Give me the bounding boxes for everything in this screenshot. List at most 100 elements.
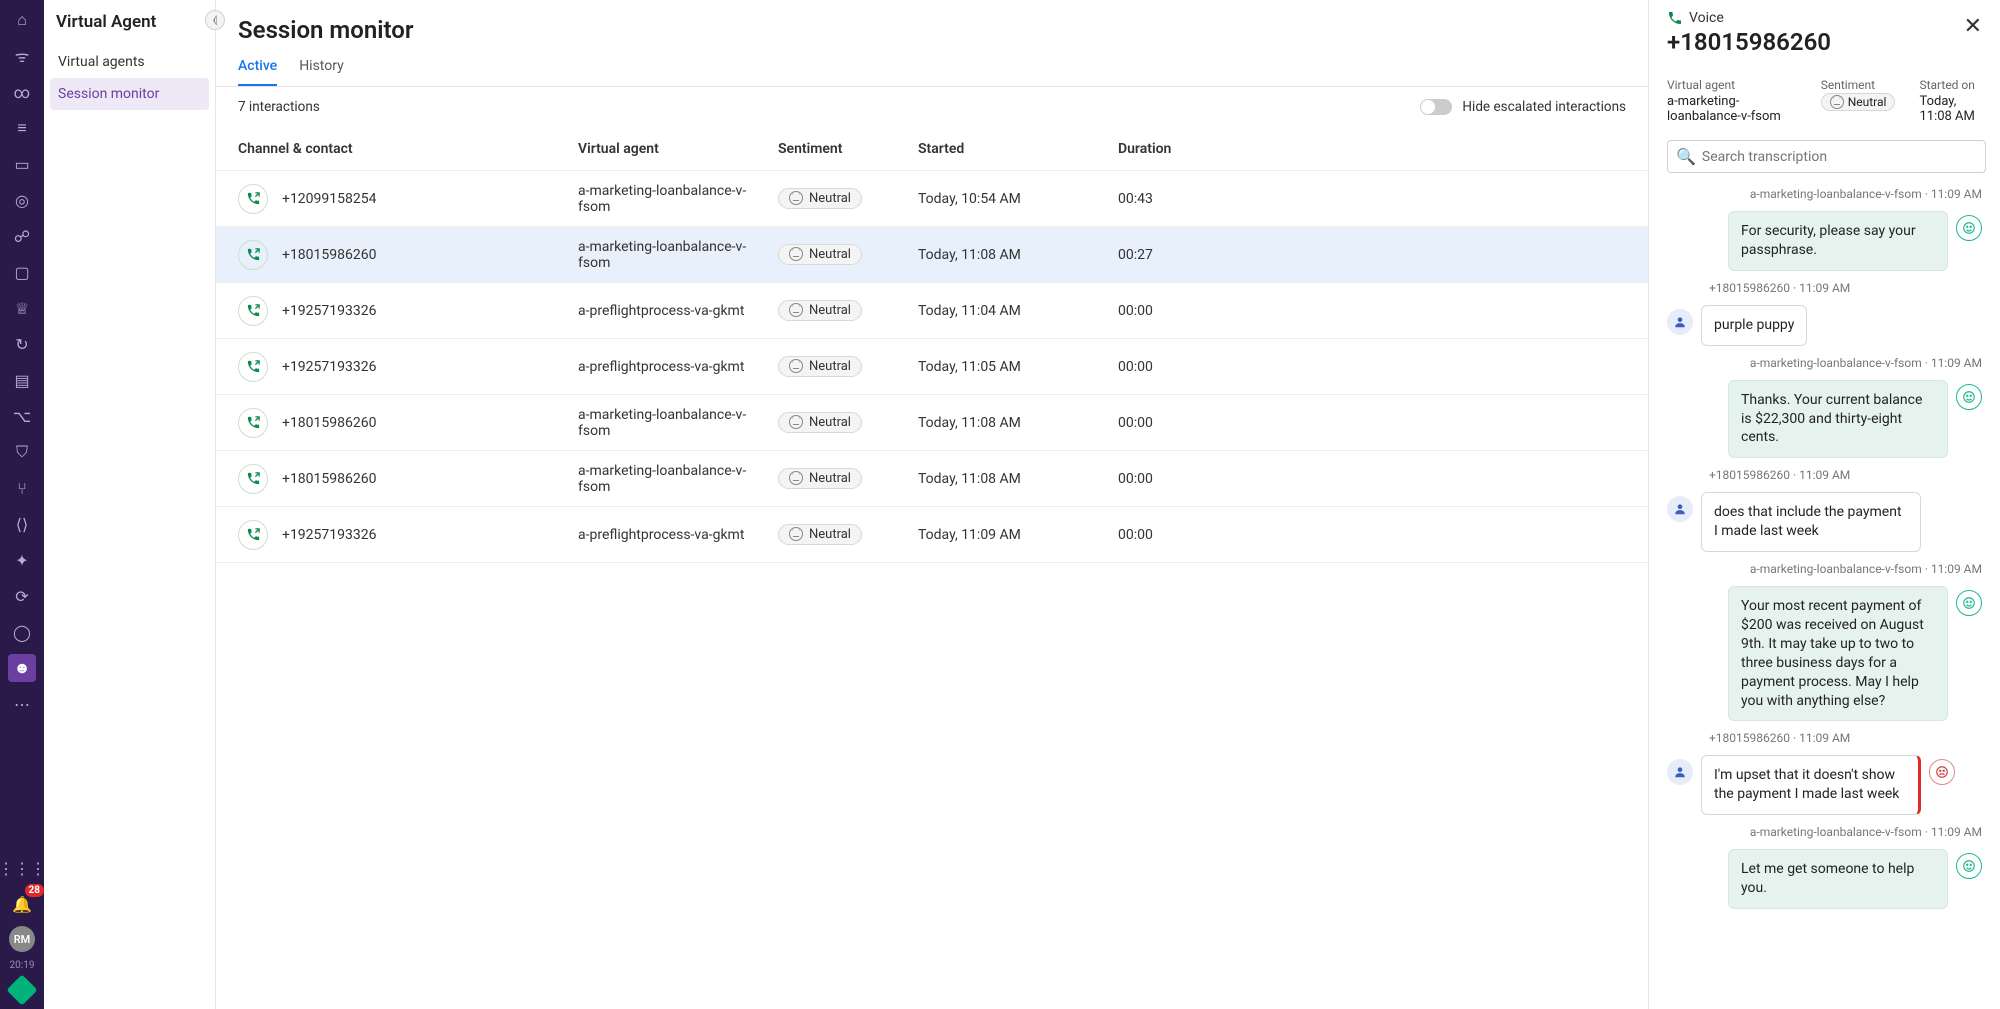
- message-bubble: purple puppy: [1701, 305, 1807, 346]
- user-avatar-icon: [1667, 759, 1693, 785]
- close-panel-button[interactable]: ✕: [1960, 10, 1986, 43]
- search-icon: 🔍: [1676, 147, 1696, 166]
- message-row: For security, please say your passphrase…: [1667, 211, 1982, 271]
- agent-name: a-marketing-loanbalance-v-fsom: [578, 239, 778, 271]
- status-diamond-icon[interactable]: [6, 974, 37, 1005]
- interactions-table: Channel & contact Virtual agent Sentimen…: [216, 127, 1648, 563]
- hide-escalated-label: Hide escalated interactions: [1462, 99, 1626, 115]
- search-transcription[interactable]: 🔍: [1667, 140, 1986, 173]
- agent-name: a-preflightprocess-va-gkmt: [578, 359, 778, 375]
- runner-icon[interactable]: ᯤ: [8, 42, 36, 70]
- nav-item-session-monitor[interactable]: Session monitor: [50, 78, 209, 110]
- duration: 00:00: [1118, 359, 1238, 375]
- left-nav: ⦉ Virtual Agent Virtual agents Session m…: [44, 0, 216, 1009]
- table-row[interactable]: +18015986260a-marketing-loanbalance-v-fs…: [216, 227, 1648, 283]
- collapse-nav-button[interactable]: ⦉: [205, 10, 225, 30]
- message-row: Thanks. Your current balance is $22,300 …: [1667, 380, 1982, 459]
- code-icon[interactable]: ⟨⟩: [8, 510, 36, 538]
- transcription-list: a-marketing-loanbalance-v-fsom · 11:09 A…: [1667, 187, 1986, 1009]
- settings-icon[interactable]: ✦: [8, 546, 36, 574]
- home-icon[interactable]: ⌂: [8, 6, 36, 34]
- icon-rail: ⌂ ᯤ ∞ ≡ ▭ ◎ ☍ ▢ ♕ ↻ ▤ ⌥ ⛉ ⑂ ⟨⟩ ✦ ⟳ ◯ ☻ ⋯…: [0, 0, 44, 1009]
- contact-number: +19257193326: [282, 359, 377, 375]
- phone-icon: [238, 296, 268, 326]
- link-icon[interactable]: ∞: [8, 78, 36, 106]
- table-row[interactable]: +12099158254a-marketing-loanbalance-v-fs…: [216, 171, 1648, 227]
- shield-icon[interactable]: ⛉: [8, 438, 36, 466]
- neutral-face-icon: [789, 471, 803, 485]
- trophy-icon[interactable]: ♕: [8, 294, 36, 322]
- table-row[interactable]: +19257193326a-preflightprocess-va-gkmtNe…: [216, 507, 1648, 563]
- table-row[interactable]: +18015986260a-marketing-loanbalance-v-fs…: [216, 395, 1648, 451]
- table-header: Channel & contact Virtual agent Sentimen…: [216, 127, 1648, 171]
- phone-icon: [238, 408, 268, 438]
- tab-history[interactable]: History: [299, 58, 344, 86]
- message-bubble: For security, please say your passphrase…: [1728, 211, 1948, 271]
- started-time: Today, 11:08 AM: [918, 471, 1118, 487]
- voice-icon: [1667, 10, 1683, 26]
- agent-name: a-preflightprocess-va-gkmt: [578, 303, 778, 319]
- col-duration: Duration: [1118, 141, 1238, 157]
- user-avatar-icon: [1667, 496, 1693, 522]
- nav-item-virtual-agents[interactable]: Virtual agents: [44, 46, 215, 78]
- avatar[interactable]: RM: [9, 926, 35, 952]
- neutral-face-icon: [789, 415, 803, 429]
- table-row[interactable]: +18015986260a-marketing-loanbalance-v-fs…: [216, 451, 1648, 507]
- neutral-face-icon: [789, 359, 803, 373]
- search-input[interactable]: [1702, 149, 1977, 165]
- neutral-face-icon: [789, 527, 803, 541]
- flow-icon[interactable]: ⌥: [8, 402, 36, 430]
- phone-icon: [238, 464, 268, 494]
- neutral-face-icon: [789, 191, 803, 205]
- table-row[interactable]: +19257193326 a-preflightprocess-va-gkmtNe…: [216, 339, 1648, 395]
- target-icon[interactable]: ◎: [8, 186, 36, 214]
- tabs: Active History: [216, 44, 1648, 87]
- sentiment-chip: Neutral: [778, 468, 862, 489]
- message-meta: a-marketing-loanbalance-v-fsom · 11:09 A…: [1667, 187, 1982, 201]
- started-time: Today, 11:08 AM: [918, 247, 1118, 263]
- duration: 00:00: [1118, 527, 1238, 543]
- people-icon[interactable]: ☍: [8, 222, 36, 250]
- message-icon[interactable]: ◯: [8, 618, 36, 646]
- sentiment-chip: Neutral: [778, 244, 862, 265]
- started-time: Today, 10:54 AM: [918, 191, 1118, 207]
- started-time: Today, 11:08 AM: [918, 415, 1118, 431]
- sentiment-chip: Neutral: [778, 188, 862, 209]
- sliders-icon[interactable]: ≡: [8, 114, 36, 142]
- agent-icon[interactable]: ☻: [8, 654, 36, 682]
- detail-phone: +18015986260: [1667, 28, 1960, 56]
- col-started: Started: [918, 141, 1118, 157]
- message-bubble: Thanks. Your current balance is $22,300 …: [1728, 380, 1948, 459]
- message-row: Your most recent payment of $200 was rec…: [1667, 586, 1982, 721]
- chat-alt-icon[interactable]: ▢: [8, 258, 36, 286]
- message-meta: a-marketing-loanbalance-v-fsom · 11:09 A…: [1667, 356, 1982, 370]
- col-channel: Channel & contact: [238, 141, 578, 157]
- duration: 00:00: [1118, 303, 1238, 319]
- agent-sentiment-icon: [1956, 590, 1982, 616]
- message-meta: +18015986260 · 11:09 AM: [1709, 731, 1982, 745]
- started-time: Today, 11:04 AM: [918, 303, 1118, 319]
- more-icon[interactable]: ⋯: [8, 690, 36, 718]
- contact-number: +19257193326: [282, 527, 377, 543]
- message-row: does that include the payment I made las…: [1667, 492, 1982, 552]
- book-icon[interactable]: ▤: [8, 366, 36, 394]
- meta-sentiment-label: Sentiment: [1821, 78, 1896, 92]
- apps-icon[interactable]: ⋮⋮⋮: [8, 854, 36, 882]
- table-row[interactable]: +19257193326a-preflightprocess-va-gkmtNe…: [216, 283, 1648, 339]
- id-icon[interactable]: ▭: [8, 150, 36, 178]
- contact-number: +18015986260: [282, 471, 377, 487]
- message-bubble: does that include the payment I made las…: [1701, 492, 1921, 552]
- sentiment-chip: Neutral: [778, 356, 862, 377]
- phone-icon: [238, 352, 268, 382]
- negative-sentiment-icon: [1929, 759, 1955, 785]
- refresh-icon[interactable]: ⟳: [8, 582, 36, 610]
- notifications-icon[interactable]: 🔔28: [8, 890, 36, 918]
- branch-icon[interactable]: ⑂: [8, 474, 36, 502]
- detail-panel: Voice +18015986260 ✕ Virtual agent a-mar…: [1648, 0, 2000, 1009]
- agent-sentiment-icon: [1956, 215, 1982, 241]
- message-row: purple puppy: [1667, 305, 1982, 346]
- loop-icon[interactable]: ↻: [8, 330, 36, 358]
- message-meta: a-marketing-loanbalance-v-fsom · 11:09 A…: [1667, 825, 1982, 839]
- tab-active[interactable]: Active: [238, 58, 277, 86]
- hide-escalated-toggle[interactable]: [1420, 99, 1452, 115]
